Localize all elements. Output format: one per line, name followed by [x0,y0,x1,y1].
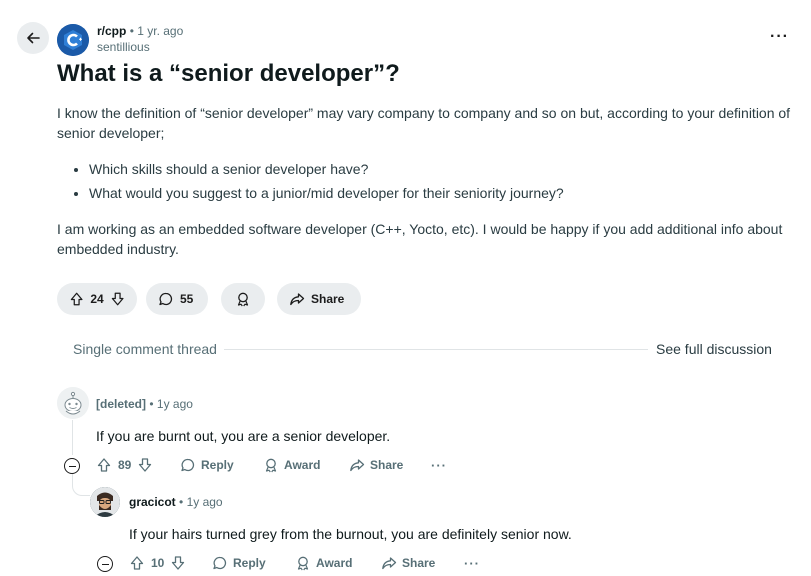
arrow-left-icon [27,32,40,44]
comment-more-options-button[interactable]: ··· [464,556,480,571]
meta-separator: • [149,397,154,411]
back-button[interactable] [17,22,49,54]
upvote-arrow-icon[interactable] [69,291,84,307]
award-ribbon-icon [297,556,309,571]
share-button[interactable]: Share [381,555,435,571]
award-button[interactable]: Award [295,555,352,571]
meta-separator: • [179,495,184,509]
thread-label: Single comment thread [73,341,217,357]
post-vote-pill: 24 [57,283,137,315]
post-bullet-list: Which skills should a senior developer h… [73,159,793,207]
reply-button[interactable]: Reply [212,555,266,571]
avatar[interactable] [57,387,89,419]
comment-text: If your hairs turned grey from the burno… [129,526,572,542]
cpp-logo-icon [57,24,89,56]
post-meta: r/cpp • 1 yr. ago [97,24,183,38]
post-title: What is a “senior developer”? [57,60,400,87]
collapse-minus-icon [101,563,109,565]
comment-age: 1y ago [156,397,193,411]
reply-label: Reply [201,458,234,472]
thread-line [72,420,73,455]
downvote-arrow-icon[interactable] [137,457,153,473]
post-more-options-button[interactable]: ··· [770,28,789,46]
upvote-arrow-icon[interactable] [96,457,112,473]
comment-author[interactable]: [deleted] [96,397,146,411]
collapse-minus-icon [68,465,76,467]
award-label: Award [316,556,353,570]
comment-meta: gracicot • 1y ago [129,495,223,509]
award-ribbon-icon [237,292,249,307]
snoo-ghost-icon [57,387,89,419]
share-arrow-icon [350,459,365,472]
comment-age: 1y ago [186,495,223,509]
list-item: What would you suggest to a junior/mid d… [89,183,793,203]
speech-bubble-icon [213,556,227,570]
comment-author[interactable]: gracicot [129,495,176,509]
reply-connector-line [72,474,90,496]
speech-bubble-icon [181,458,195,472]
post-award-button[interactable] [221,283,265,315]
post-age: 1 yr. ago [137,24,184,38]
user-avatar-icon [90,487,120,517]
post-author[interactable]: sentillious [97,40,150,54]
list-item: Which skills should a senior developer h… [89,159,793,179]
share-arrow-icon [290,293,305,306]
share-button[interactable]: Share [349,457,403,473]
award-label: Award [284,458,321,472]
post-body-paragraph-1: I know the definition of “senior develop… [57,105,791,141]
upvote-arrow-icon[interactable] [129,555,145,571]
post-comments-button[interactable]: 55 [146,283,208,315]
comment-text: If you are burnt out, you are a senior d… [96,428,391,444]
share-arrow-icon [382,557,397,570]
speech-bubble-icon [159,292,173,306]
meta-separator: • [129,24,134,38]
comment-score: 89 [118,458,132,472]
collapse-comment-button[interactable] [64,458,80,474]
comment-meta: [deleted] • 1y ago [96,397,193,411]
share-label: Share [370,458,404,472]
see-full-discussion-link[interactable]: See full discussion [656,341,772,357]
comment-vote-group: 89 [96,457,153,473]
collapse-comment-button[interactable] [97,556,113,572]
subreddit-avatar[interactable] [57,24,89,56]
post-body-paragraph-2: I am working as an embedded software dev… [57,221,783,257]
downvote-arrow-icon[interactable] [170,555,186,571]
award-ribbon-icon [265,458,277,473]
comment-more-options-button[interactable]: ··· [431,458,447,473]
reply-label: Reply [233,556,266,570]
post-score: 24 [90,292,104,306]
downvote-arrow-icon[interactable] [110,291,125,307]
post-share-button[interactable]: Share [277,283,361,315]
comment-score: 10 [151,556,165,570]
award-button[interactable]: Award [263,457,320,473]
avatar[interactable] [90,487,120,517]
thread-divider [224,349,648,350]
reply-button[interactable]: Reply [180,457,234,473]
subreddit-link[interactable]: r/cpp [97,24,126,38]
comment-vote-group: 10 [129,555,186,571]
comment-count: 55 [180,292,194,306]
share-label: Share [402,556,436,570]
share-label: Share [311,292,345,306]
